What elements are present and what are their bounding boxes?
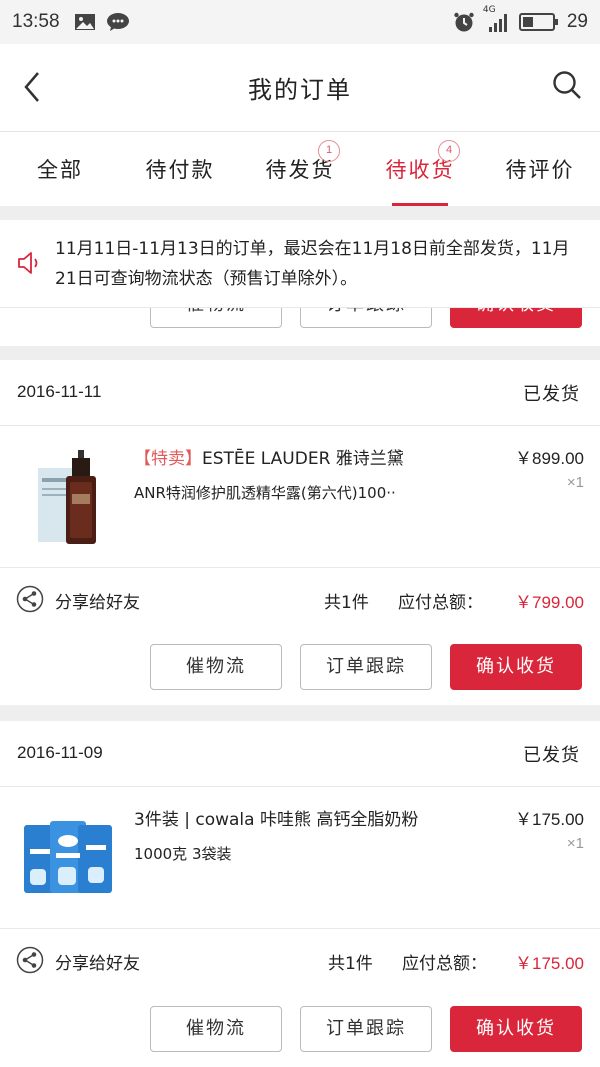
status-bar: 13:58 4G 29	[0, 0, 600, 44]
order-tabs: 全部 待付款 待发货 1 待收货 4 待评价	[0, 132, 600, 206]
product-price: ￥899.00	[515, 449, 584, 468]
nav-header: 我的订单	[0, 44, 600, 132]
amount-due: ￥175.00	[515, 954, 584, 973]
product-image	[20, 809, 120, 909]
status-time: 13:58	[12, 11, 60, 32]
product-row[interactable]: 【特卖】ESTĒE LAUDER 雅诗兰黛 ANR特润修护肌透精华露(第六代)1…	[0, 426, 600, 568]
product-row[interactable]: 3件装 | cowala 咔哇熊 高钙全脂奶粉 1000克 3袋装 ￥175.0…	[0, 787, 600, 929]
product-qty: ×1	[566, 474, 584, 491]
order-status: 已发货	[523, 384, 580, 405]
order-card: 2016-11-11 已发货 【特卖】ESTĒE LAUDER 雅诗兰黛 ANR…	[0, 360, 600, 705]
tab-pending-shipment[interactable]: 待发货 1	[240, 132, 360, 206]
amount-due: ￥799.00	[515, 593, 584, 612]
battery-level: 29	[566, 11, 588, 32]
urge-logistics-button[interactable]: 催物流	[150, 644, 282, 690]
urge-logistics-button[interactable]: 催物流	[150, 1006, 282, 1052]
tab-badge: 4	[438, 140, 460, 162]
product-image	[20, 448, 120, 548]
tab-label: 待收货	[385, 158, 455, 182]
sale-tag: 【特卖】	[134, 449, 202, 469]
product-price: ￥175.00	[515, 810, 584, 829]
share-button[interactable]: 分享给好友	[55, 588, 140, 613]
speaker-icon	[16, 250, 44, 278]
tab-all[interactable]: 全部	[0, 132, 120, 206]
share-icon[interactable]	[16, 946, 44, 974]
order-summary: 分享给好友 共1件 应付总额： ￥799.00	[0, 568, 600, 630]
order-card: 2016-11-09 已发货 3件装 | cowala 咔哇熊 高钙全脂奶粉 1…	[0, 721, 600, 1067]
product-title: 【特卖】ESTĒE LAUDER 雅诗兰黛	[134, 444, 404, 469]
gallery-icon	[74, 13, 96, 31]
notice-text: 11月11日-11月13日的订单，最迟会在11月18日前全部发货，11月21日可…	[55, 239, 570, 289]
network-label: 4G	[482, 5, 496, 15]
confirm-receipt-button[interactable]: 确认收货	[450, 644, 582, 690]
order-track-button[interactable]: 订单跟踪	[300, 644, 432, 690]
tab-label: 全部	[37, 158, 83, 182]
search-icon[interactable]	[552, 70, 584, 102]
alarm-icon	[453, 11, 475, 33]
amount-due-label: 应付总额：	[402, 954, 487, 974]
tab-badge: 1	[318, 140, 340, 162]
product-subtitle: 1000克 3袋装	[134, 845, 232, 863]
signal-icon: 4G	[483, 5, 511, 33]
product-qty: ×1	[566, 835, 584, 852]
order-date: 2016-11-09	[17, 743, 103, 762]
product-name: ESTĒE LAUDER 雅诗兰黛	[202, 449, 404, 469]
tab-label: 待评价	[505, 158, 575, 182]
item-count: 共1件	[328, 954, 373, 974]
share-icon[interactable]	[16, 585, 44, 613]
page-title: 我的订单	[248, 76, 352, 104]
tab-pending-payment[interactable]: 待付款	[120, 132, 240, 206]
battery-icon	[518, 12, 559, 32]
tab-label: 待付款	[145, 158, 215, 182]
status-right: 4G 29	[453, 5, 588, 33]
order-header: 2016-11-11 已发货	[0, 360, 600, 426]
order-status: 已发货	[523, 745, 580, 766]
wechat-icon	[106, 12, 130, 32]
order-track-button[interactable]: 订单跟踪	[300, 1006, 432, 1052]
tab-label: 待发货	[265, 158, 335, 182]
item-count: 共1件	[324, 593, 369, 613]
tab-pending-receipt[interactable]: 待收货 4	[360, 132, 480, 206]
order-date: 2016-11-11	[17, 382, 102, 401]
product-subtitle: ANR特润修护肌透精华露(第六代)100··	[134, 484, 396, 502]
notice-banner: 11月11日-11月13日的订单，最迟会在11月18日前全部发货，11月21日可…	[0, 220, 600, 308]
share-button[interactable]: 分享给好友	[55, 949, 140, 974]
tab-pending-review[interactable]: 待评价	[480, 132, 600, 206]
confirm-receipt-button[interactable]: 确认收货	[450, 1006, 582, 1052]
amount-due-label: 应付总额：	[398, 593, 483, 613]
order-header: 2016-11-09 已发货	[0, 721, 600, 787]
order-summary: 分享给好友 共1件 应付总额： ￥175.00	[0, 929, 600, 991]
product-title: 3件装 | cowala 咔哇熊 高钙全脂奶粉	[134, 810, 419, 830]
